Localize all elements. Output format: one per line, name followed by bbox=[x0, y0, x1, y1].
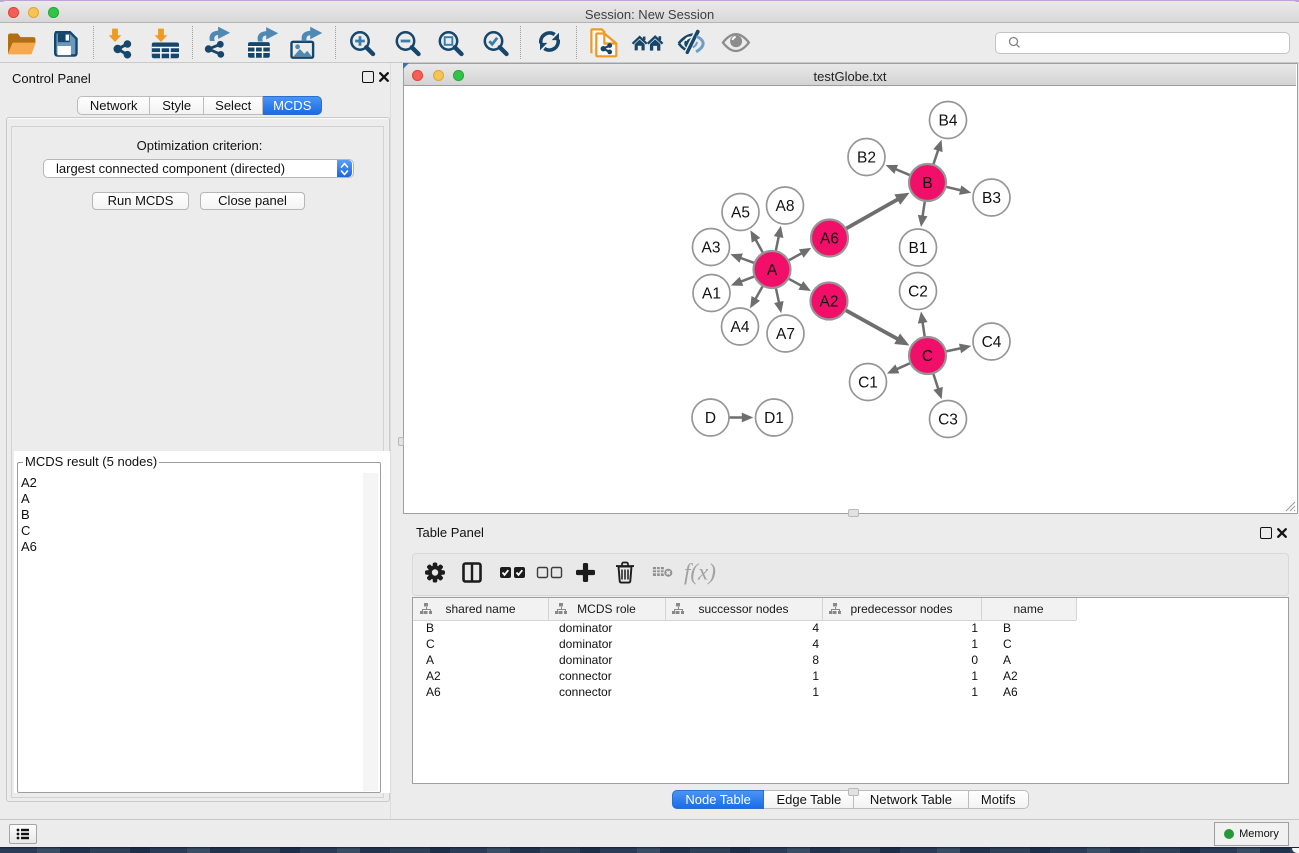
svg-text:A5: A5 bbox=[731, 205, 750, 222]
svg-text:C3: C3 bbox=[938, 412, 958, 429]
svg-text:A7: A7 bbox=[776, 326, 795, 343]
svg-text:A3: A3 bbox=[702, 240, 721, 257]
svg-text:D: D bbox=[705, 410, 716, 427]
svg-text:B2: B2 bbox=[857, 150, 876, 167]
svg-text:f(x): f(x) bbox=[684, 560, 716, 585]
svg-text:A8: A8 bbox=[776, 198, 795, 215]
svg-text:C: C bbox=[922, 348, 933, 365]
svg-text:B1: B1 bbox=[909, 240, 928, 257]
svg-text:B3: B3 bbox=[982, 190, 1001, 207]
svg-text:B: B bbox=[922, 175, 932, 192]
svg-text:A6: A6 bbox=[820, 231, 839, 248]
svg-text:A2: A2 bbox=[820, 294, 839, 311]
svg-text:A1: A1 bbox=[702, 286, 721, 303]
svg-text:C1: C1 bbox=[858, 375, 878, 392]
svg-text:B4: B4 bbox=[939, 113, 958, 130]
svg-text:A4: A4 bbox=[731, 319, 750, 336]
svg-text:C4: C4 bbox=[982, 334, 1002, 351]
svg-text:A: A bbox=[767, 262, 778, 279]
svg-text:D1: D1 bbox=[764, 410, 784, 427]
svg-text:C2: C2 bbox=[908, 284, 928, 301]
